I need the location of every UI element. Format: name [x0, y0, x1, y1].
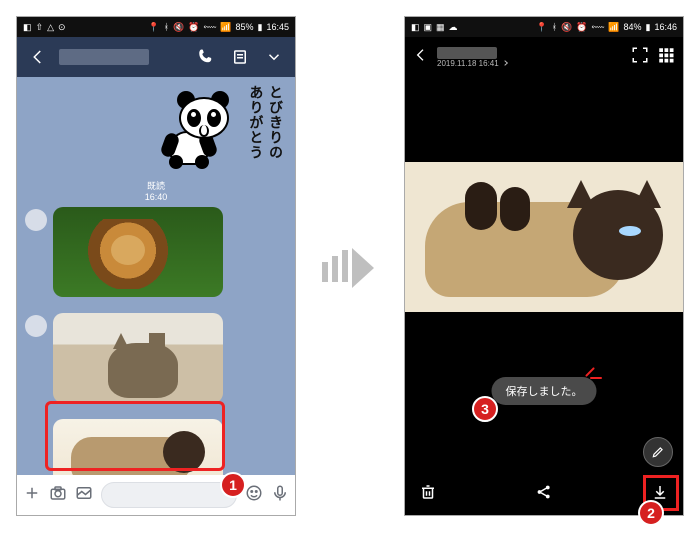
- chat-header: [17, 37, 295, 77]
- mute-icon: 🔇: [561, 22, 572, 33]
- status-bar: ◧ ▣ ▦ ☁ 📍 ᚼ 🔇 ⏰ ⬳ 📶 84% ▮ 16:46: [405, 17, 683, 37]
- voice-button[interactable]: [271, 484, 289, 507]
- status-left-icons: ◧ ▣ ▦ ☁: [411, 22, 458, 33]
- location-icon: 📍: [148, 22, 159, 33]
- emoji-button[interactable]: [245, 484, 263, 507]
- bluetooth-icon: ᚼ: [164, 22, 169, 32]
- signal-icon: 📶: [220, 22, 231, 33]
- tutorial-badge-3: 3: [472, 396, 498, 422]
- panda-sticker: [159, 89, 239, 169]
- tutorial-highlight-1: [45, 401, 225, 471]
- cloud-icon: ☁: [449, 22, 458, 33]
- gallery-status-icon: ▦: [436, 22, 445, 33]
- camera-button[interactable]: [49, 484, 67, 507]
- clock-text: 16:46: [654, 22, 677, 32]
- image-message-1[interactable]: 16:41: [53, 207, 289, 297]
- wifi-icon: ⬳: [203, 22, 216, 33]
- status-right-icons: 📍 ᚼ 🔇 ⏰ ⬳ 📶 84% ▮ 16:46: [536, 22, 677, 33]
- location-icon: 📍: [536, 22, 547, 33]
- phone-image-viewer: ◧ ▣ ▦ ☁ 📍 ᚼ 🔇 ⏰ ⬳ 📶 84% ▮ 16:46 2019.11.…: [404, 16, 684, 516]
- battery-icon: ▮: [258, 22, 263, 33]
- fullscreen-button[interactable]: [631, 46, 649, 69]
- avatar[interactable]: [25, 315, 47, 337]
- call-button[interactable]: [193, 48, 219, 66]
- chat-body[interactable]: とびきりのありがとう 既読 16:40 16:41 16:41: [17, 77, 295, 475]
- menu-button[interactable]: [261, 48, 287, 66]
- battery-text: 84%: [624, 22, 642, 32]
- tutorial-arrow: [322, 248, 382, 288]
- tutorial-badge-2: 2: [638, 500, 664, 526]
- bluetooth-icon: ᚼ: [552, 22, 557, 32]
- notes-button[interactable]: [227, 48, 253, 66]
- image-thumbnail-tabby-cat[interactable]: [53, 313, 223, 403]
- save-toast: 保存しました。: [492, 377, 597, 405]
- status-bar: ◧ ⇧ △ ⊙ 📍 ᚼ 🔇 ⏰ ⬳ 📶 85% ▮ 16:45: [17, 17, 295, 37]
- sticker-message[interactable]: とびきりのありがとう: [23, 81, 289, 181]
- signal-icon: 📶: [608, 22, 619, 33]
- image-message-2[interactable]: 16:41: [53, 313, 289, 403]
- grid-button[interactable]: [657, 46, 675, 69]
- notification-icon: ◧: [411, 22, 420, 33]
- mute-icon: 🔇: [173, 22, 184, 33]
- delete-button[interactable]: [419, 483, 437, 506]
- image-viewer-header: 2019.11.18 16:41: [405, 37, 683, 77]
- full-image-siamese-cat[interactable]: [405, 162, 683, 312]
- back-button[interactable]: [413, 47, 429, 68]
- battery-icon: ▮: [646, 22, 651, 33]
- settings-icon: ⊙: [58, 22, 66, 33]
- image-thumbnail-lion[interactable]: [53, 207, 223, 297]
- add-button[interactable]: [23, 484, 41, 507]
- back-button[interactable]: [25, 48, 51, 66]
- tutorial-badge-1: 1: [220, 472, 246, 498]
- clock-text: 16:45: [266, 22, 289, 32]
- status-right-icons: 📍 ᚼ 🔇 ⏰ ⬳ 📶 85% ▮ 16:45: [148, 22, 289, 33]
- wifi-icon: ⬳: [591, 22, 604, 33]
- avatar[interactable]: [25, 209, 47, 231]
- alarm-icon: ⏰: [188, 22, 199, 33]
- upload-icon: ⇧: [36, 22, 44, 33]
- sender-name-redacted: [437, 47, 497, 59]
- app-icon: ▣: [424, 22, 433, 33]
- contact-name-redacted: [59, 49, 149, 65]
- alarm-icon: ⏰: [576, 22, 587, 33]
- read-receipt: 既読 16:40: [23, 181, 289, 203]
- notification-icon: ◧: [23, 22, 32, 33]
- sticker-text: とびきりのありがとう: [246, 85, 285, 160]
- chat-input-bar: [17, 475, 295, 515]
- gallery-button[interactable]: [75, 484, 93, 507]
- status-left-icons: ◧ ⇧ △ ⊙: [23, 22, 66, 33]
- battery-text: 85%: [236, 22, 254, 32]
- image-timestamp: 2019.11.18 16:41: [437, 59, 510, 68]
- share-button[interactable]: [535, 483, 553, 506]
- message-input[interactable]: [101, 482, 237, 508]
- edit-button[interactable]: [643, 437, 673, 467]
- phone-chat-screen: ◧ ⇧ △ ⊙ 📍 ᚼ 🔇 ⏰ ⬳ 📶 85% ▮ 16:45: [16, 16, 296, 516]
- lock-icon: △: [47, 22, 54, 33]
